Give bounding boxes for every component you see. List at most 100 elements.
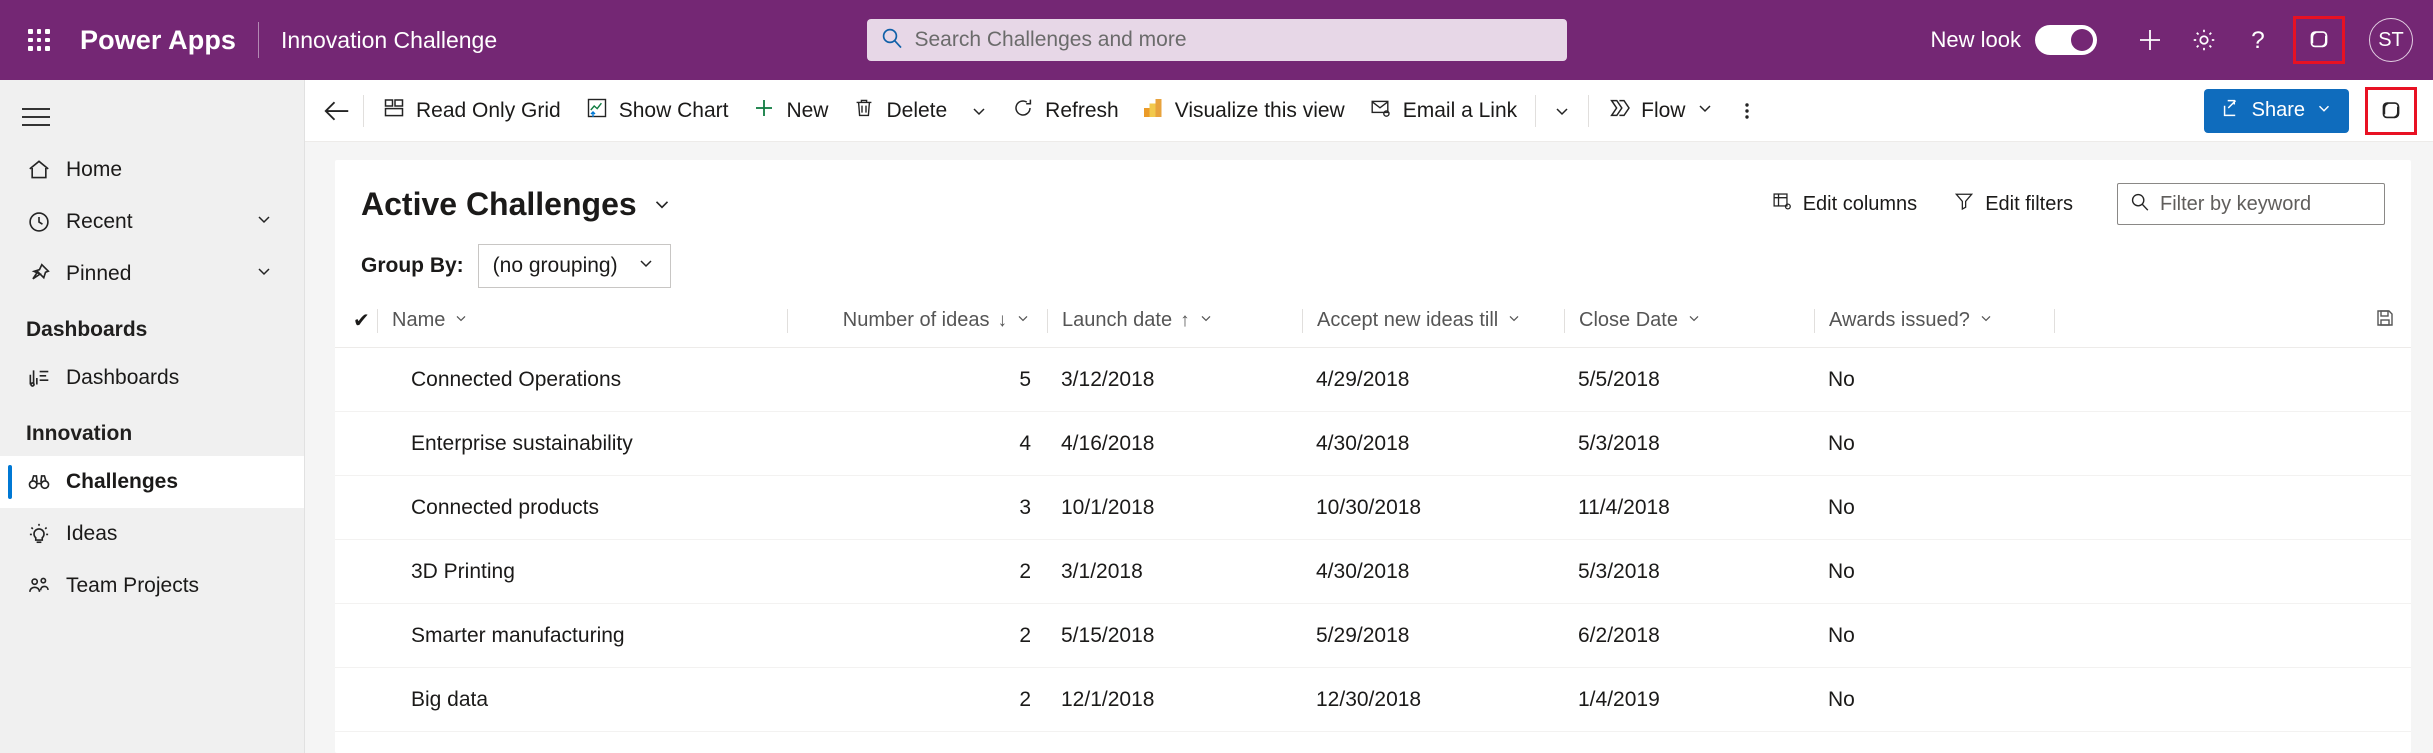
gear-icon[interactable] — [2177, 13, 2231, 67]
cell-name[interactable]: 3D Printing — [377, 539, 787, 604]
add-icon[interactable] — [2123, 13, 2177, 67]
chevron-down-icon[interactable] — [254, 261, 274, 287]
hamburger-menu-icon[interactable] — [22, 90, 76, 144]
column-header-accept-new-ideas-till[interactable]: Accept new ideas till — [1302, 302, 1564, 348]
flow-button[interactable]: Flow — [1595, 87, 1727, 135]
chevron-down-icon[interactable] — [2315, 99, 2333, 123]
table-row[interactable]: Big data 2 12/1/2018 12/30/2018 1/4/2019… — [335, 667, 2411, 732]
save-view-icon[interactable] — [2375, 308, 2395, 334]
search-input[interactable] — [914, 28, 1553, 52]
column-label: Number of ideas — [842, 309, 990, 331]
sidebar-item-label: Home — [66, 158, 123, 181]
delete-options-chevron-down-icon[interactable] — [959, 89, 999, 133]
read-only-grid-button[interactable]: Read Only Grid — [370, 87, 573, 135]
search-icon — [881, 27, 903, 54]
column-header-number-of-ideas[interactable]: Number of ideas ↓ — [787, 302, 1047, 348]
row-select-cell[interactable] — [335, 475, 377, 540]
edit-columns-button[interactable]: Edit columns — [1757, 182, 1932, 226]
column-label: Close Date — [1579, 309, 1678, 331]
new-button[interactable]: New — [740, 87, 840, 135]
row-select-cell[interactable] — [335, 411, 377, 476]
cell-number-of-ideas: 5 — [787, 347, 1047, 412]
powerbi-icon — [1143, 96, 1165, 126]
cell-name[interactable]: Smarter manufacturing — [377, 603, 787, 668]
table-row[interactable]: Smarter manufacturing 2 5/15/2018 5/29/2… — [335, 603, 2411, 668]
chevron-down-icon[interactable] — [1198, 309, 1214, 332]
main-content: Read Only Grid Show Chart New Delete Ref… — [305, 80, 2433, 753]
column-header-awards-issued[interactable]: Awards issued? — [1814, 302, 2054, 348]
user-avatar[interactable]: ST — [2369, 18, 2413, 62]
overflow-menu-icon[interactable] — [1727, 89, 1767, 133]
sidebar-item-team-projects[interactable]: Team Projects — [0, 560, 304, 612]
command-divider — [1535, 94, 1537, 127]
grid-card: Active Challenges Edit columns Edit filt… — [335, 160, 2411, 753]
cell-name[interactable]: Big data — [377, 667, 787, 732]
delete-button[interactable]: Delete — [840, 87, 959, 135]
edit-filters-button[interactable]: Edit filters — [1939, 182, 2087, 226]
columns-icon — [1771, 190, 1793, 218]
sidebar-item-ideas[interactable]: Ideas — [0, 508, 304, 560]
sidebar-item-home[interactable]: Home — [0, 144, 304, 196]
copilot-panel-icon[interactable] — [2365, 86, 2417, 135]
table-row[interactable]: 3D Printing 2 3/1/2018 4/30/2018 5/3/201… — [335, 539, 2411, 604]
brand-title[interactable]: Power Apps — [70, 25, 258, 56]
row-select-cell[interactable] — [335, 603, 377, 668]
column-header-launch-date[interactable]: Launch date ↑ — [1047, 302, 1302, 348]
table-row[interactable]: Enterprise sustainability 4 4/16/2018 4/… — [335, 411, 2411, 476]
sidebar-item-dashboards[interactable]: Dashboards — [0, 352, 304, 404]
cell-spacer — [2054, 347, 2411, 412]
sidebar-item-recent[interactable]: Recent — [0, 196, 304, 248]
refresh-button[interactable]: Refresh — [999, 87, 1131, 135]
header-actions: New look ? ST — [1931, 0, 2433, 80]
chevron-down-icon[interactable] — [1978, 309, 1994, 332]
chevron-down-icon[interactable] — [453, 309, 469, 332]
more-commands-chevron-down-icon[interactable] — [1542, 89, 1582, 133]
filter-keyword-input[interactable] — [2160, 192, 2372, 216]
row-select-cell[interactable] — [335, 347, 377, 412]
show-chart-button[interactable]: Show Chart — [573, 87, 741, 135]
command-label: Flow — [1641, 98, 1686, 122]
sidebar-item-label: Ideas — [66, 522, 118, 545]
cell-name[interactable]: Connected Operations — [377, 347, 787, 412]
back-arrow-icon[interactable] — [317, 89, 357, 133]
sidebar-item-pinned[interactable]: Pinned — [0, 248, 304, 300]
checkmark-icon[interactable]: ✔ — [353, 310, 370, 332]
column-label: Accept new ideas till — [1317, 309, 1499, 331]
search-icon — [2130, 192, 2150, 217]
chevron-down-icon[interactable] — [1015, 309, 1031, 332]
table-row[interactable]: Connected products 3 10/1/2018 10/30/201… — [335, 475, 2411, 540]
sidebar-item-challenges[interactable]: Challenges — [0, 456, 304, 508]
page-title: Active Challenges — [361, 185, 637, 222]
filter-by-keyword-box[interactable] — [2117, 183, 2385, 225]
table-row[interactable]: Connected Operations 5 3/12/2018 4/29/20… — [335, 347, 2411, 412]
new-look-toggle[interactable] — [2035, 25, 2097, 55]
email-a-link-button[interactable]: Email a Link — [1357, 87, 1529, 135]
row-select-cell[interactable] — [335, 539, 377, 604]
chevron-down-icon[interactable] — [1695, 98, 1715, 124]
svg-text:?: ? — [2251, 27, 2265, 54]
row-select-cell[interactable] — [335, 667, 377, 732]
cell-name[interactable]: Connected products — [377, 475, 787, 540]
column-header-close-date[interactable]: Close Date — [1564, 302, 1814, 348]
cell-accept-new-ideas-till: 10/30/2018 — [1302, 475, 1564, 540]
chevron-down-icon[interactable] — [254, 209, 274, 235]
copilot-icon[interactable] — [2293, 16, 2345, 64]
chevron-down-icon[interactable] — [1506, 309, 1522, 332]
view-selector-chevron-down-icon[interactable] — [651, 193, 673, 215]
lightbulb-icon — [26, 521, 66, 547]
app-launcher-icon[interactable] — [22, 23, 56, 57]
group-by-select[interactable]: (no grouping) — [477, 244, 671, 288]
table-header-row: ✔ Name Number of ideas ↓ Launch date ↑ A… — [335, 302, 2411, 348]
app-name[interactable]: Innovation Challenge — [259, 27, 497, 54]
select-all-header[interactable]: ✔ — [335, 302, 377, 348]
global-search[interactable] — [866, 19, 1567, 61]
share-button[interactable]: Share — [2203, 88, 2349, 133]
cell-name[interactable]: Enterprise sustainability — [377, 411, 787, 476]
flow-icon — [1607, 96, 1631, 126]
new-look-label: New look — [1930, 27, 2021, 52]
help-icon[interactable]: ? — [2231, 13, 2285, 67]
mail-icon — [1369, 96, 1393, 126]
visualize-this-view-button[interactable]: Visualize this view — [1131, 87, 1357, 135]
chevron-down-icon[interactable] — [1686, 309, 1702, 332]
column-header-name[interactable]: Name — [377, 302, 787, 348]
